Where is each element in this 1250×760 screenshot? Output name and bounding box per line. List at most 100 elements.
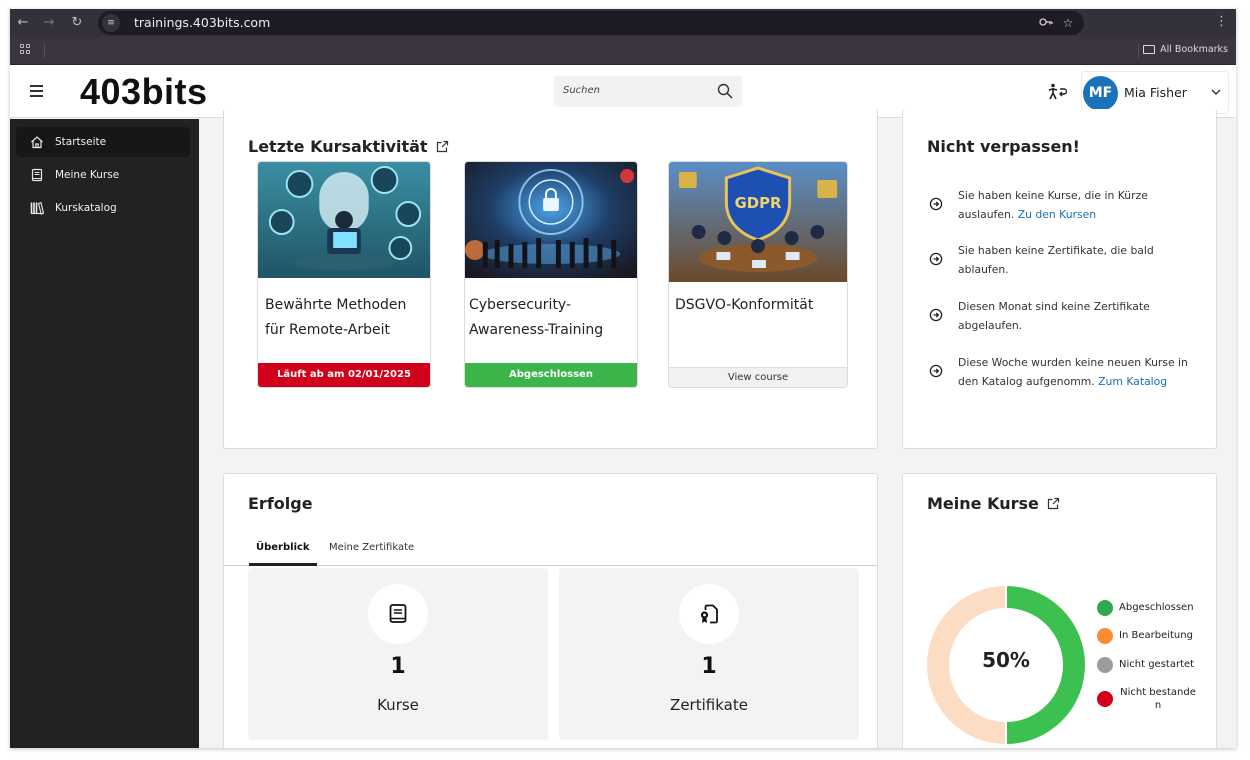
notice-text: Sie haben keine Zertifikate, die bald ab… xyxy=(958,244,1154,276)
legend-dot xyxy=(1097,657,1113,673)
logo[interactable]: 403bits xyxy=(80,71,208,113)
stat-value: 1 xyxy=(390,654,406,679)
password-key-icon[interactable] xyxy=(1038,15,1054,31)
to-catalog-link[interactable]: Zum Katalog xyxy=(1098,375,1167,388)
recent-activity-title: Letzte Kursaktivität xyxy=(248,137,428,156)
hamburger-menu-icon[interactable] xyxy=(30,85,44,97)
tab-my-certificates[interactable]: Meine Zertifikate xyxy=(322,542,421,566)
donut-center-label: 50% xyxy=(982,648,1030,672)
course-title[interactable]: Cybersecurity-Awareness-Training xyxy=(469,293,629,343)
legend-dot xyxy=(1097,628,1113,644)
sidebar-item-startseite[interactable]: Startseite xyxy=(16,127,190,157)
browser-window: ← → ↻ ≡ trainings.403bits.com ☆ ⋮ All Bo… xyxy=(10,9,1236,748)
bookmarks-divider xyxy=(44,44,45,58)
reload-icon[interactable]: ↻ xyxy=(68,14,86,32)
sidebar-item-label: Kurskatalog xyxy=(55,202,117,214)
library-icon xyxy=(30,201,44,215)
all-bookmarks-button[interactable]: All Bookmarks xyxy=(1143,44,1228,55)
arrow-circle-right-icon xyxy=(929,197,943,211)
achievements-title: Erfolge xyxy=(248,494,313,513)
chevron-down-icon[interactable] xyxy=(1210,86,1222,98)
course-card[interactable]: Cybersecurity-Awareness-Training Abgesch… xyxy=(464,161,638,388)
external-link-icon[interactable] xyxy=(436,140,449,153)
legend-label: Nicht gestartet xyxy=(1119,659,1195,670)
stat-icon-circle xyxy=(679,584,739,644)
recent-activity-card: Letzte Kursaktivität Bewährte Methoden f… xyxy=(223,109,878,449)
view-course-button[interactable]: View course xyxy=(669,367,847,387)
external-link-icon[interactable] xyxy=(1047,497,1060,510)
course-card[interactable]: GDPR DSGVO-Konformität View course xyxy=(668,161,848,388)
to-courses-link[interactable]: Zu den Kursen xyxy=(1018,208,1096,221)
legend-item-failed: Nicht bestanden xyxy=(1097,685,1197,712)
search-input[interactable]: Suchen xyxy=(554,76,742,107)
arrow-circle-right-icon xyxy=(929,252,943,266)
course-image-gdpr[interactable]: GDPR xyxy=(669,162,847,282)
stat-courses: 1 Kurse xyxy=(248,568,548,740)
home-icon xyxy=(31,136,43,149)
bookmarks-divider xyxy=(1138,44,1139,58)
accessibility-icon[interactable] xyxy=(1047,83,1067,101)
search-placeholder: Suchen xyxy=(563,85,601,96)
notices-title: Nicht verpassen! xyxy=(927,137,1080,156)
legend-label: Nicht bestanden xyxy=(1120,687,1196,711)
sidebar-item-kurskatalog[interactable]: Kurskatalog xyxy=(16,193,190,223)
stat-label: Kurse xyxy=(377,696,419,714)
browser-toolbar: ← → ↻ ≡ trainings.403bits.com ☆ ⋮ xyxy=(10,9,1236,37)
certificate-icon xyxy=(700,604,718,624)
user-menu[interactable]: MF Mia Fisher xyxy=(1081,71,1229,114)
stat-label: Zertifikate xyxy=(670,696,748,714)
svg-text:GDPR: GDPR xyxy=(735,194,782,212)
my-courses-header: Meine Kurse xyxy=(927,494,1060,513)
my-courses-title: Meine Kurse xyxy=(927,494,1039,513)
notice-text: Sie haben keine Kurse, die in Kürze ausl… xyxy=(958,186,1198,224)
course-status-badge: Läuft ab am 02/01/2025 xyxy=(258,363,430,387)
notice-text: Diesen Monat sind keine Zertifikate abge… xyxy=(958,300,1150,332)
course-image-cybersecurity[interactable] xyxy=(465,162,637,278)
legend-item-in-progress: In Bearbeitung xyxy=(1097,628,1199,644)
achievements-card: Erfolge Überblick Meine Zertifikate 1 Ku… xyxy=(223,473,878,748)
bookmark-star-icon[interactable]: ☆ xyxy=(1060,15,1076,31)
apps-grid-icon[interactable] xyxy=(20,44,32,56)
notice-item: Diese Woche wurden keine neuen Kurse in … xyxy=(929,353,1208,391)
legend-label: In Bearbeitung xyxy=(1119,630,1193,641)
site-settings-icon[interactable]: ≡ xyxy=(102,14,120,32)
recent-activity-header: Letzte Kursaktivität xyxy=(248,137,449,156)
menu-kebab-icon[interactable]: ⋮ xyxy=(1215,14,1228,29)
legend-item-completed: Abgeschlossen xyxy=(1097,600,1199,616)
course-card[interactable]: Bewährte Methoden für Remote-Arbeit Läuf… xyxy=(257,161,431,388)
avatar[interactable]: MF xyxy=(1083,76,1118,111)
user-name[interactable]: Mia Fisher xyxy=(1124,85,1187,100)
notice-item: Diesen Monat sind keine Zertifikate abge… xyxy=(929,297,1198,335)
course-title[interactable]: Bewährte Methoden für Remote-Arbeit xyxy=(265,293,425,343)
book-icon xyxy=(31,168,43,182)
folder-icon xyxy=(1143,45,1156,54)
notice-item: Sie haben keine Zertifikate, die bald ab… xyxy=(929,241,1198,279)
course-title[interactable]: DSGVO-Konformität xyxy=(675,293,835,318)
my-courses-card: Meine Kurse 50% Abgeschlossen In Bearbei… xyxy=(902,473,1217,748)
arrow-circle-right-icon xyxy=(929,308,943,322)
legend-dot xyxy=(1097,600,1113,616)
stat-icon-circle xyxy=(368,584,428,644)
all-bookmarks-label: All Bookmarks xyxy=(1160,44,1228,55)
notices-card: Nicht verpassen! Sie haben keine Kurse, … xyxy=(902,109,1217,449)
course-image-remote-work[interactable] xyxy=(258,162,430,278)
back-icon[interactable]: ← xyxy=(14,14,32,32)
url-text[interactable]: trainings.403bits.com xyxy=(134,15,270,30)
legend-dot xyxy=(1097,691,1113,707)
legend-item-not-started: Nicht gestartet xyxy=(1097,657,1199,673)
arrow-circle-right-icon xyxy=(929,364,943,378)
stat-certificates: 1 Zertifikate xyxy=(559,568,859,740)
sidebar-item-label: Meine Kurse xyxy=(55,169,120,181)
sidebar-item-label: Startseite xyxy=(55,136,107,148)
tab-overview[interactable]: Überblick xyxy=(249,542,317,566)
notice-text: Diese Woche wurden keine neuen Kurse in … xyxy=(958,353,1208,391)
address-bar[interactable]: ≡ trainings.403bits.com ☆ xyxy=(98,11,1084,35)
achievements-tabs: Überblick Meine Zertifikate xyxy=(224,534,877,566)
notice-item: Sie haben keine Kurse, die in Kürze ausl… xyxy=(929,186,1198,224)
forward-icon[interactable]: → xyxy=(40,14,58,32)
book-icon xyxy=(389,604,407,623)
search-icon[interactable] xyxy=(717,83,733,99)
sidebar: Startseite Meine Kurse Kurskatalog xyxy=(10,119,199,748)
stat-value: 1 xyxy=(701,654,717,679)
sidebar-item-meine-kurse[interactable]: Meine Kurse xyxy=(16,160,190,190)
